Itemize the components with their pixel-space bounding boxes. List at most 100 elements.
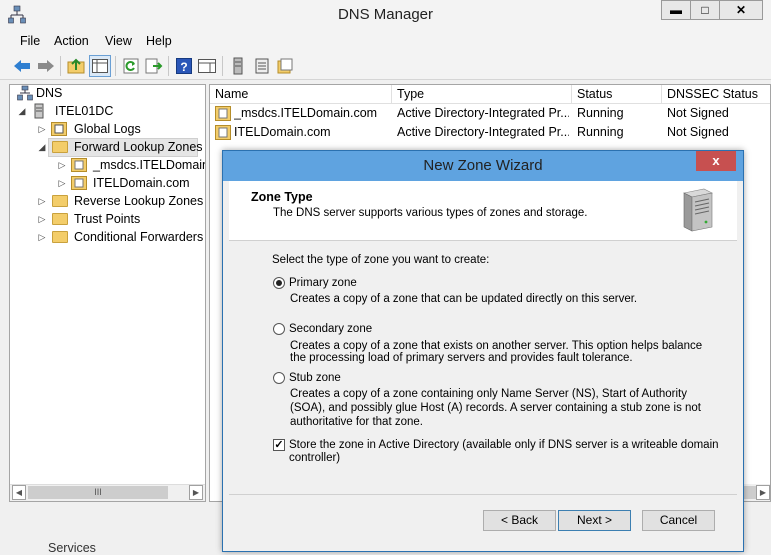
scroll-right-icon[interactable]: ▶	[189, 485, 203, 500]
tree-item-trust-points[interactable]: ▷ Trust Points	[13, 210, 203, 228]
server-tower-icon	[680, 187, 714, 233]
zone-type-prompt: Select the type of zone you want to crea…	[272, 254, 490, 266]
stub-zone-description: authoritative for that zone.	[290, 416, 423, 428]
wizard-heading: Zone Type	[251, 190, 313, 204]
primary-zone-radio[interactable]	[273, 277, 285, 289]
expand-arrow-icon[interactable]: ▷	[57, 174, 67, 192]
stub-zone-radio[interactable]	[273, 372, 285, 384]
zone-icon	[215, 125, 231, 140]
next-button[interactable]: Next >	[558, 510, 631, 531]
dialog-close-button[interactable]: x	[696, 151, 736, 171]
scroll-right-icon[interactable]: ▶	[756, 485, 770, 500]
menu-help[interactable]: Help	[146, 32, 172, 50]
stub-zone-label[interactable]: Stub zone	[289, 371, 341, 386]
stub-zone-description: Creates a copy of a zone containing only…	[290, 388, 687, 400]
expand-arrow-icon[interactable]: ▷	[37, 120, 47, 138]
collapse-arrow-icon[interactable]: ◢	[37, 138, 47, 156]
store-in-ad-label[interactable]: controller)	[289, 451, 340, 466]
zone-icon	[71, 176, 87, 190]
folder-icon	[52, 231, 68, 243]
up-folder-icon[interactable]	[66, 56, 86, 76]
tree-item-label: DNS	[36, 86, 63, 100]
tree-item-forward-lookup-zones[interactable]: ◢ Forward Lookup Zones	[13, 138, 203, 156]
tree-item-global-logs[interactable]: ▷ Global Logs	[13, 120, 203, 138]
column-header-name[interactable]: Name	[210, 85, 392, 103]
back-button[interactable]: < Back	[483, 510, 556, 531]
toolbar-separator	[222, 56, 223, 76]
status-text: Services	[48, 541, 96, 555]
secondary-zone-radio[interactable]	[273, 323, 285, 335]
show-console-tree-icon[interactable]	[89, 55, 111, 77]
action-pane-icon[interactable]	[197, 56, 217, 76]
window-title: DNS Manager	[337, 6, 434, 23]
tree-item-label: Trust Points	[74, 212, 141, 226]
cell-type: Active Directory-Integrated Pr...	[397, 125, 569, 139]
list-view-icon[interactable]	[252, 56, 272, 76]
tree-item-label: Conditional Forwarders	[74, 230, 204, 244]
tree-item-iteldomain-zone[interactable]: ▷ ITELDomain.com	[13, 174, 203, 192]
menu-action[interactable]: Action	[54, 32, 89, 50]
tree-item-label: _msdcs.ITELDomain.c	[93, 158, 205, 172]
toolbar-separator	[115, 56, 116, 76]
expand-arrow-icon[interactable]: ▷	[37, 228, 47, 246]
folder-icon	[52, 141, 68, 153]
column-header-status[interactable]: Status	[572, 85, 662, 103]
menu-file[interactable]: File	[20, 32, 40, 50]
dialog-title: New Zone Wizard	[423, 157, 543, 174]
menu-view[interactable]: View	[105, 32, 132, 50]
cell-name: ITELDomain.com	[234, 125, 331, 139]
primary-zone-label[interactable]: Primary zone	[289, 276, 357, 291]
tree-item-label: ITEL01DC	[55, 104, 114, 118]
zone-icon	[215, 106, 231, 121]
wizard-subheading: The DNS server supports various types of…	[273, 207, 588, 219]
dns-tree-icon	[17, 85, 33, 101]
table-row[interactable]: ITELDomain.com Active Directory-Integrat…	[210, 123, 770, 142]
tree-item-label: Reverse Lookup Zones	[74, 194, 204, 208]
server-tree-icon	[31, 103, 47, 119]
folder-icon	[52, 213, 68, 225]
restore-button[interactable]: □	[690, 0, 720, 20]
secondary-zone-label[interactable]: Secondary zone	[289, 322, 372, 337]
window-close-button[interactable]: ✕	[719, 0, 763, 20]
column-header-type[interactable]: Type	[392, 85, 572, 103]
zone-icon	[71, 158, 87, 172]
dialog-separator	[229, 494, 737, 495]
tree-item-reverse-lookup-zones[interactable]: ▷ Reverse Lookup Zones	[13, 192, 204, 210]
cancel-button[interactable]: Cancel	[642, 510, 715, 531]
svg-text:?: ?	[180, 60, 187, 74]
expand-arrow-icon[interactable]: ▷	[57, 156, 67, 174]
tree-item-conditional-forwarders[interactable]: ▷ Conditional Forwarders	[13, 228, 204, 246]
expand-arrow-icon[interactable]: ▷	[37, 210, 47, 228]
store-in-ad-checkbox[interactable]: ✓	[273, 439, 285, 451]
scroll-thumb[interactable]: III	[28, 486, 168, 499]
refresh-icon[interactable]	[121, 56, 141, 76]
help-icon[interactable]: ?	[174, 56, 194, 76]
stub-zone-description: (SOA), and possibly glue Host (A) record…	[290, 402, 702, 414]
scroll-left-icon[interactable]: ◀	[12, 485, 26, 500]
tree-item-dns[interactable]: DNS	[13, 84, 203, 102]
server-icon[interactable]	[228, 56, 248, 76]
cell-name: _msdcs.ITELDomain.com	[234, 106, 378, 120]
cell-dnssec: Not Signed	[667, 106, 729, 120]
minimize-button[interactable]: ▬	[661, 0, 691, 20]
tree-item-server[interactable]: ◢ ITEL01DC	[13, 102, 203, 120]
back-arrow-icon[interactable]	[12, 56, 32, 76]
tree-item-label: ITELDomain.com	[93, 176, 190, 190]
toolbar-separator	[168, 56, 169, 76]
tree-item-label: Global Logs	[74, 122, 141, 136]
column-header-dnssec[interactable]: DNSSEC Status	[662, 85, 770, 103]
log-folder-icon	[51, 122, 67, 136]
primary-zone-description: Creates a copy of a zone that can be upd…	[290, 293, 638, 305]
export-list-icon[interactable]	[144, 56, 164, 76]
store-in-ad-label[interactable]: Store the zone in Active Directory (avai…	[289, 438, 719, 453]
table-row[interactable]: _msdcs.ITELDomain.com Active Directory-I…	[210, 104, 770, 123]
properties-icon[interactable]	[275, 56, 295, 76]
tree-item-msdcs-zone[interactable]: ▷ _msdcs.ITELDomain.c	[13, 156, 205, 174]
forward-arrow-icon[interactable]	[36, 56, 56, 76]
collapse-arrow-icon[interactable]: ◢	[17, 102, 27, 120]
cell-type: Active Directory-Integrated Pr...	[397, 106, 569, 120]
toolbar-separator	[60, 56, 61, 76]
folder-icon	[52, 195, 68, 207]
expand-arrow-icon[interactable]: ▷	[37, 192, 47, 210]
cell-status: Running	[577, 125, 624, 139]
